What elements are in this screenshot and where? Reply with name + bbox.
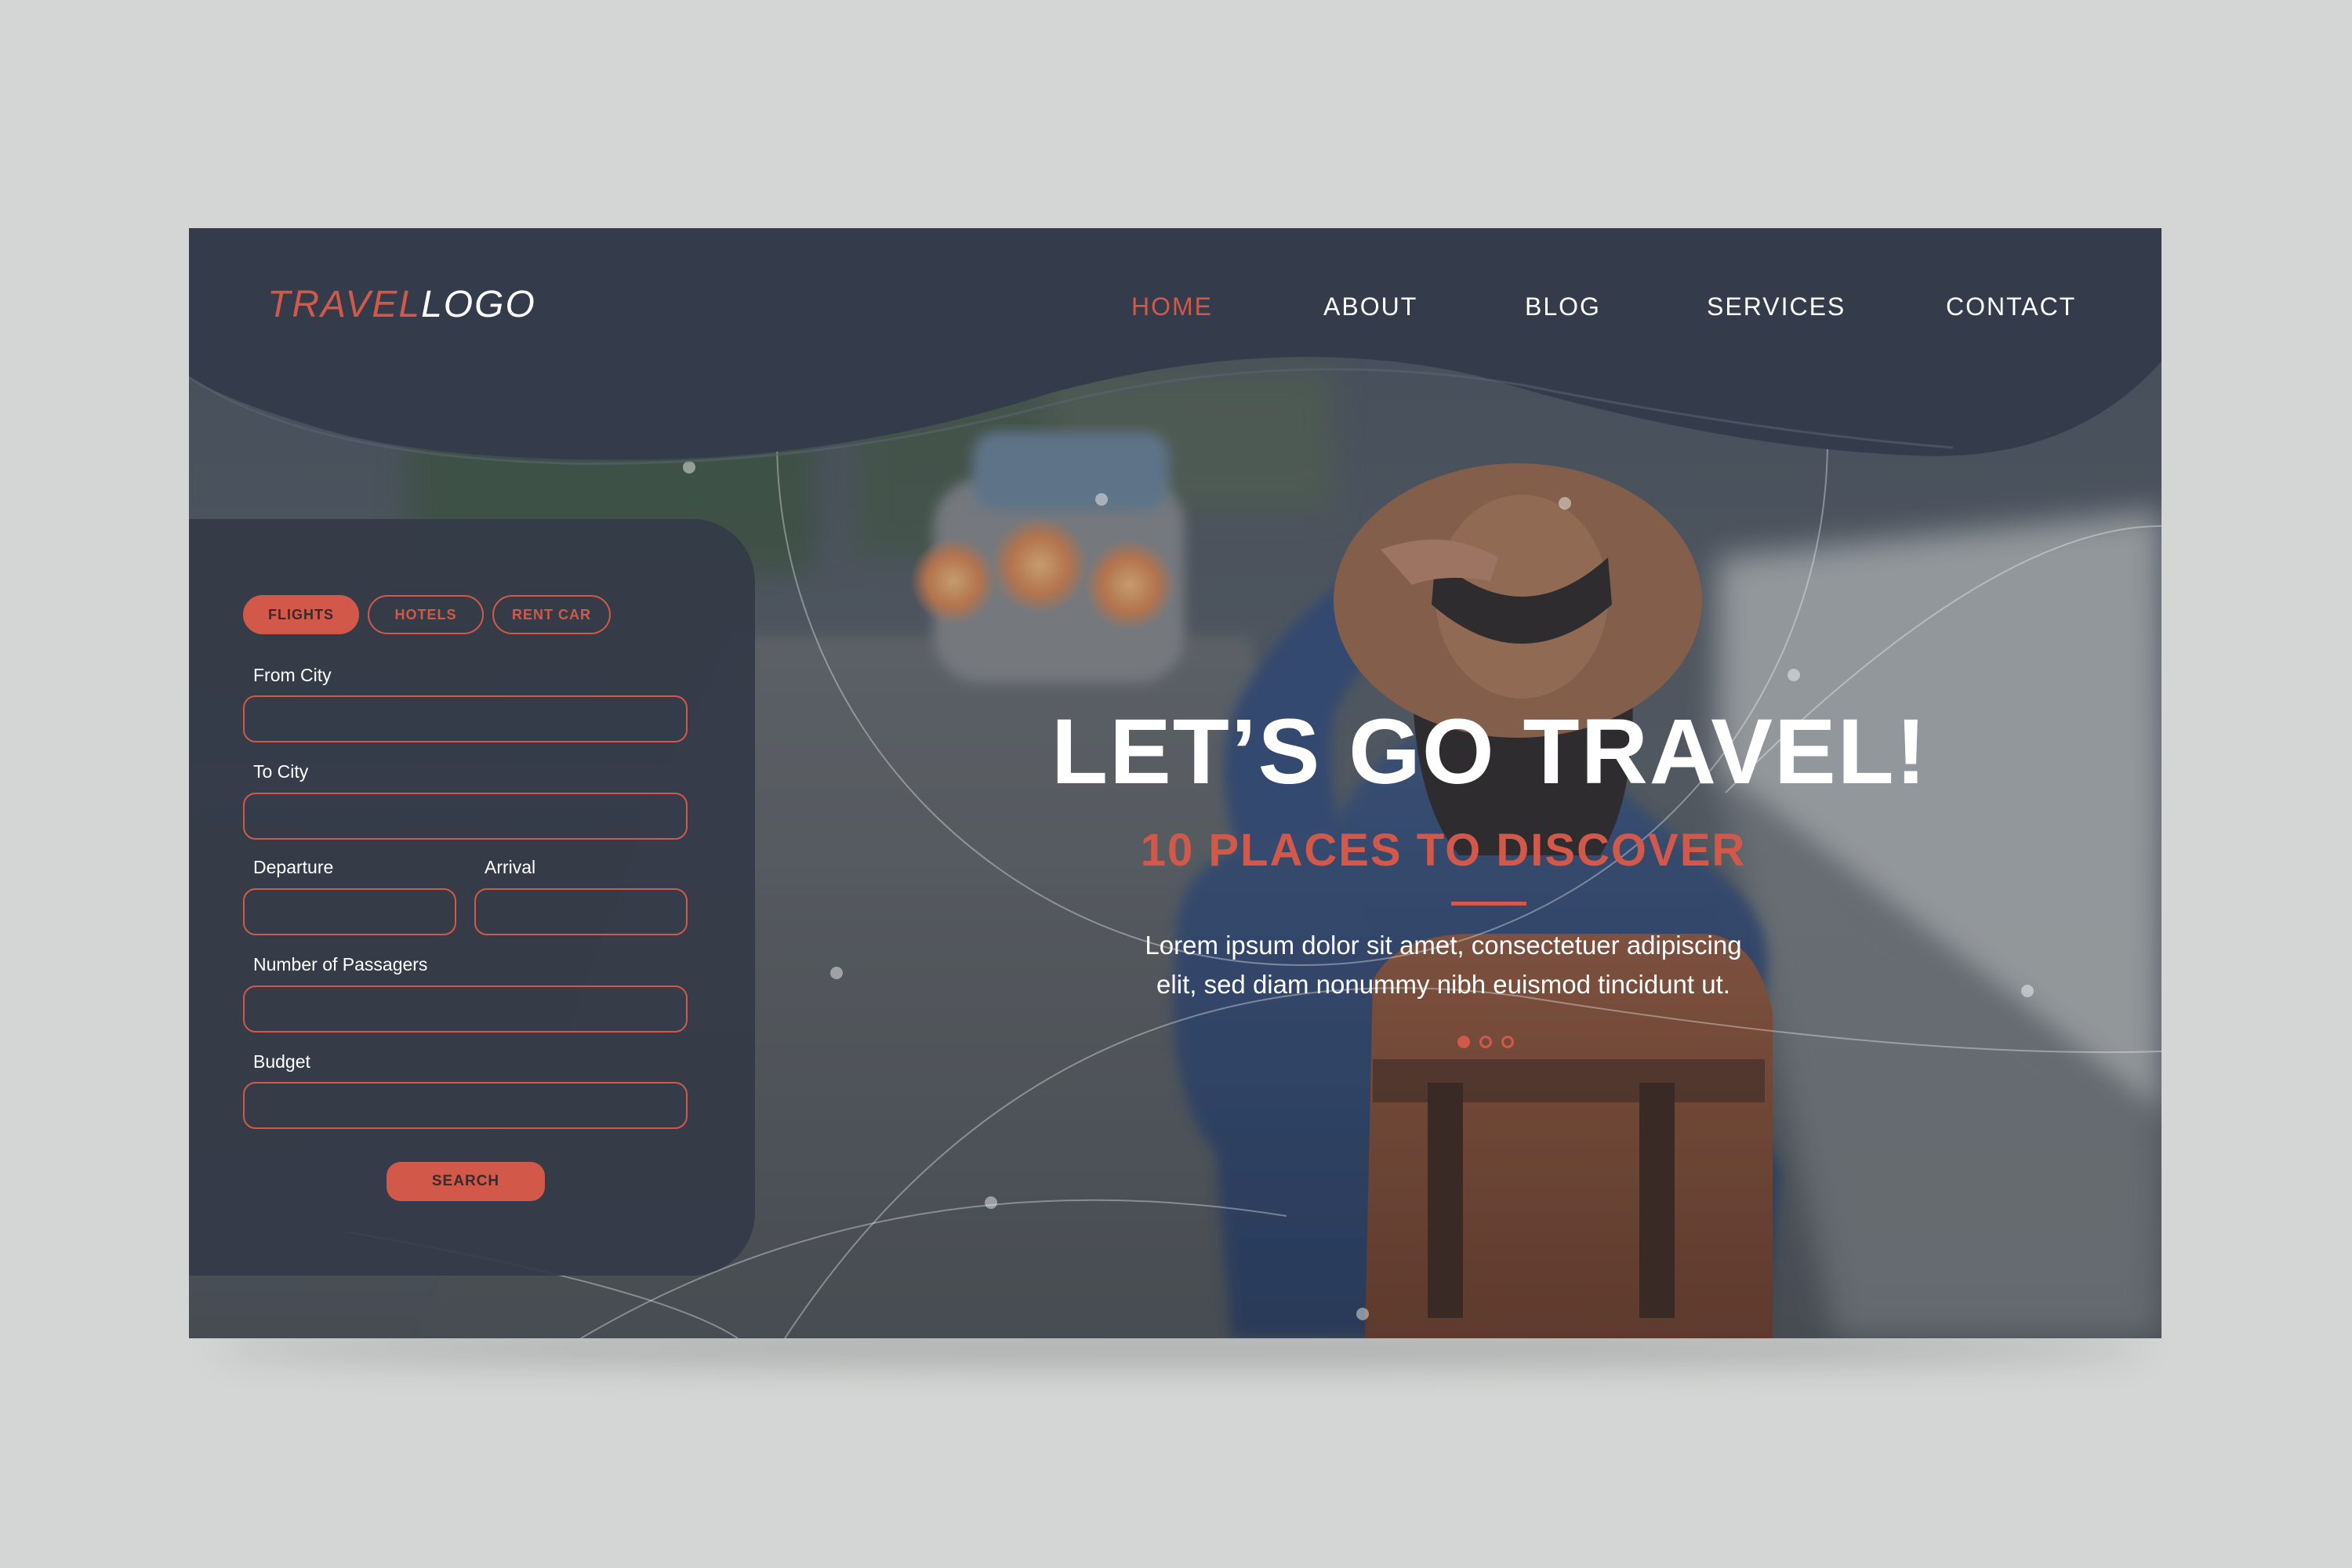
from-city-input[interactable]: [243, 695, 688, 742]
budget-label: Budget: [253, 1051, 310, 1072]
booking-search-panel: FLIGHTS HOTELS RENT CAR From City To Cit…: [189, 519, 755, 1276]
carousel-dot-3[interactable]: [1501, 1036, 1514, 1048]
budget-input[interactable]: [243, 1082, 688, 1129]
landing-page: TRAVELLOGO HOME ABOUT BLOG SERVICES CONT…: [189, 228, 2161, 1338]
main-nav: HOME ABOUT BLOG SERVICES CONTACT: [189, 292, 2161, 332]
carousel-dot-2[interactable]: [1479, 1036, 1492, 1048]
nav-home[interactable]: HOME: [1131, 292, 1213, 321]
passengers-label: Number of Passagers: [253, 954, 428, 975]
nav-about[interactable]: ABOUT: [1323, 292, 1417, 321]
departure-label: Departure: [253, 857, 334, 877]
search-button[interactable]: SEARCH: [387, 1162, 545, 1201]
arrival-input[interactable]: [474, 888, 688, 935]
to-city-label: To City: [253, 761, 309, 782]
tab-rent-car[interactable]: RENT CAR: [492, 595, 611, 634]
hero-description: Lorem ipsum dolor sit amet, consectetuer…: [1130, 926, 1757, 1004]
from-city-label: From City: [253, 665, 332, 685]
arrival-label: Arrival: [485, 857, 536, 877]
to-city-input[interactable]: [243, 793, 688, 840]
carousel-dot-1[interactable]: [1457, 1036, 1470, 1048]
nav-services[interactable]: SERVICES: [1707, 292, 1846, 321]
tab-hotels[interactable]: HOTELS: [368, 595, 484, 634]
tab-flights[interactable]: FLIGHTS: [243, 595, 359, 634]
hero-title: LET’S GO TRAVEL!: [1051, 700, 1929, 804]
nav-blog[interactable]: BLOG: [1525, 292, 1601, 321]
passengers-input[interactable]: [243, 985, 688, 1033]
departure-input[interactable]: [243, 888, 456, 935]
hero-subtitle: 10 PLACES TO DISCOVER: [1140, 825, 1747, 876]
hero-description-line-1: Lorem ipsum dolor sit amet, consectetuer…: [1145, 931, 1742, 960]
nav-contact[interactable]: CONTACT: [1946, 292, 2076, 321]
hero-description-line-2: elit, sed diam nonummy nibh euismod tinc…: [1156, 970, 1730, 999]
hero-divider: [1451, 902, 1526, 906]
